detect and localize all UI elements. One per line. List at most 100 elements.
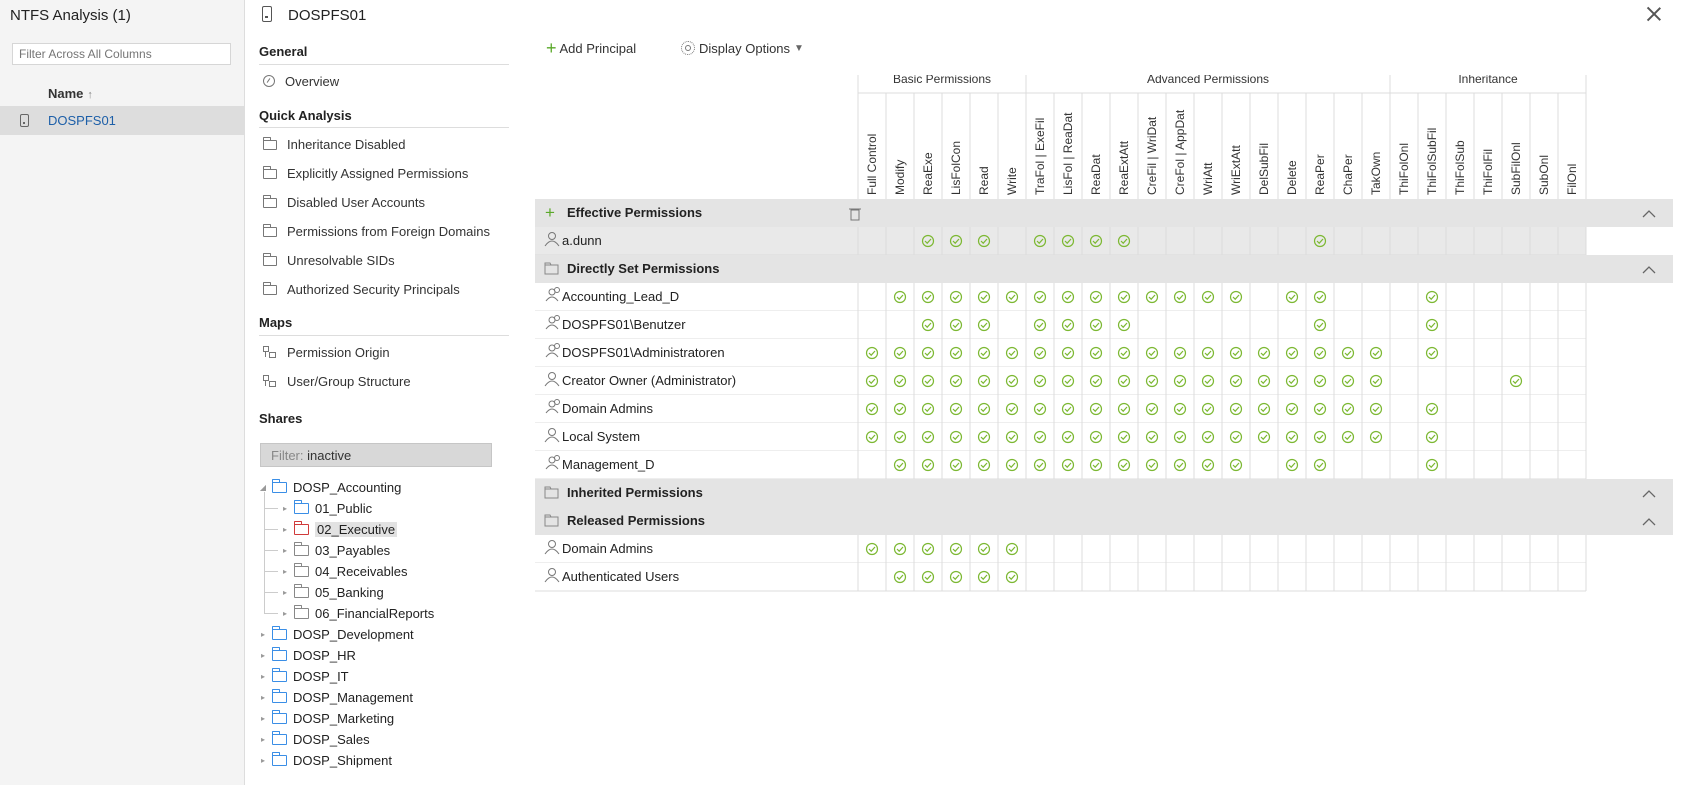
nav-inheritance-disabled[interactable]: Inheritance Disabled	[263, 134, 406, 154]
collapsed-arrow-icon[interactable]: ▸	[258, 693, 268, 702]
add-principal-button[interactable]: + Add Principal	[546, 38, 636, 58]
table-row[interactable]	[535, 283, 1586, 311]
table-row[interactable]	[535, 451, 1586, 479]
tree-item[interactable]: ▸ 01_Public	[280, 499, 372, 517]
table-row[interactable]	[535, 227, 1586, 255]
table-row[interactable]	[535, 563, 1586, 591]
collapsed-arrow-icon[interactable]: ▸	[280, 567, 290, 576]
column-header: DelSubFil	[1257, 143, 1271, 195]
divider	[259, 335, 509, 336]
tree-item[interactable]: ▸ DOSP_Management	[258, 688, 413, 706]
collapsed-arrow-icon[interactable]: ▸	[258, 714, 268, 723]
nav-label: Overview	[285, 73, 340, 89]
tree-item-label: DOSP_Marketing	[293, 710, 395, 726]
folder-icon	[293, 541, 309, 556]
folder-icon	[271, 709, 287, 724]
shares-section-title: Shares	[259, 411, 303, 426]
principal-name[interactable]: Domain Admins	[562, 541, 654, 556]
collapsed-arrow-icon[interactable]: ▸	[258, 756, 268, 765]
tree-item[interactable]: ◢ DOSP_Accounting	[258, 478, 401, 496]
tree-item[interactable]: ▸ 06_FinancialReports	[280, 604, 434, 622]
column-header: SubOnl	[1537, 155, 1551, 195]
plus-icon: +	[545, 203, 555, 222]
section-title: Effective Permissions	[567, 205, 702, 220]
tree-item[interactable]: ▸ 04_Receivables	[280, 562, 408, 580]
page-title: DOSPFS01	[288, 7, 367, 24]
column-header: CreFol | AppDat	[1173, 109, 1187, 195]
nav-permissions-from-foreign-domains[interactable]: Permissions from Foreign Domains	[263, 221, 490, 241]
tree-item[interactable]: ▸ 03_Payables	[280, 541, 390, 559]
nav-user-group-structure[interactable]: User/Group Structure	[263, 371, 411, 391]
folder-icon	[293, 604, 309, 619]
principal-name[interactable]: Authenticated Users	[562, 569, 680, 584]
table-row[interactable]	[535, 311, 1586, 339]
principal-name[interactable]: DOSPFS01\Benutzer	[562, 317, 686, 332]
tree-connector	[264, 571, 278, 572]
tree-item-label: DOSP_Management	[293, 689, 413, 705]
collapsed-arrow-icon[interactable]: ▸	[280, 546, 290, 555]
expanded-arrow-icon[interactable]: ◢	[258, 483, 268, 492]
principal-name[interactable]: Domain Admins	[562, 401, 654, 416]
nav-authorized-security-principals[interactable]: Authorized Security Principals	[263, 279, 460, 299]
tree-connector	[264, 492, 265, 614]
table-row[interactable]	[535, 535, 1586, 563]
filter-value: inactive	[307, 448, 352, 463]
sort-asc-icon: ↑	[87, 89, 93, 101]
collapsed-arrow-icon[interactable]: ▸	[258, 630, 268, 639]
name-column-header[interactable]: Name ↑	[48, 86, 93, 101]
tree-item-label: DOSP_IT	[293, 668, 349, 684]
folder-icon	[263, 253, 277, 266]
section-title: Directly Set Permissions	[567, 261, 719, 276]
general-section-title: General	[259, 44, 308, 59]
collapsed-arrow-icon[interactable]: ▸	[258, 672, 268, 681]
principal-name[interactable]: Creator Owner (Administrator)	[562, 373, 736, 388]
principal-name[interactable]: Management_D	[562, 457, 655, 472]
tree-item[interactable]: ▸ DOSP_IT	[258, 667, 349, 685]
server-icon	[20, 114, 29, 127]
principal-name[interactable]: Accounting_Lead_D	[562, 289, 679, 304]
nav-unresolvable-sids[interactable]: Unresolvable SIDs	[263, 250, 395, 270]
gauge-icon	[263, 75, 275, 87]
nav-label: User/Group Structure	[287, 373, 411, 389]
collapsed-arrow-icon[interactable]: ▸	[280, 588, 290, 597]
tree-connector	[264, 613, 278, 614]
folder-icon	[271, 751, 287, 766]
principal-name[interactable]: Local System	[562, 429, 640, 444]
tree-item[interactable]: ▸ DOSP_HR	[258, 646, 356, 664]
tree-item[interactable]: ▸ 02_Executive	[280, 520, 398, 538]
table-row[interactable]	[535, 423, 1586, 451]
collapsed-arrow-icon[interactable]: ▸	[280, 609, 290, 618]
close-icon[interactable]	[1645, 5, 1663, 23]
filter-across-columns-input[interactable]	[12, 43, 231, 65]
nav-permission-origin[interactable]: Permission Origin	[263, 342, 390, 362]
column-header: Full Control	[865, 134, 879, 195]
display-options-button[interactable]: Display Options ▼	[681, 38, 804, 58]
tree-item[interactable]: ▸ DOSP_Shipment	[258, 751, 392, 769]
nav-overview[interactable]: Overview	[263, 71, 339, 91]
column-header: ThiFolOnl	[1397, 143, 1411, 195]
column-header: TakOwn	[1369, 152, 1383, 195]
chevron-down-icon: ▼	[794, 42, 804, 54]
tree-item-label: 04_Receivables	[315, 563, 408, 579]
collapsed-arrow-icon[interactable]: ▸	[258, 735, 268, 744]
nav-label: Inheritance Disabled	[287, 136, 406, 152]
column-header: ReaPer	[1313, 154, 1327, 195]
collapsed-arrow-icon[interactable]: ▸	[258, 651, 268, 660]
list-item-selected[interactable]: DOSPFS01	[0, 106, 244, 135]
shares-filter-bar[interactable]: Filter: inactive	[260, 443, 492, 467]
tree-item[interactable]: ▸ DOSP_Marketing	[258, 709, 394, 727]
folder-icon	[271, 625, 287, 640]
nav-disabled-user-accounts[interactable]: Disabled User Accounts	[263, 192, 425, 212]
nav-explicitly-assigned-permissions[interactable]: Explicitly Assigned Permissions	[263, 163, 468, 183]
tree-item[interactable]: ▸ 05_Banking	[280, 583, 384, 601]
principal-name[interactable]: a.dunn	[562, 233, 602, 248]
table-row[interactable]	[535, 395, 1586, 423]
principal-name[interactable]: DOSPFS01\Administratoren	[562, 345, 725, 360]
tree-item[interactable]: ▸ DOSP_Development	[258, 625, 414, 643]
column-header: Delete	[1285, 160, 1299, 195]
tree-item-label: 03_Payables	[315, 542, 391, 558]
tree-item[interactable]: ▸ DOSP_Sales	[258, 730, 370, 748]
folder-icon	[271, 667, 287, 682]
collapsed-arrow-icon[interactable]: ▸	[280, 525, 290, 534]
collapsed-arrow-icon[interactable]: ▸	[280, 504, 290, 513]
